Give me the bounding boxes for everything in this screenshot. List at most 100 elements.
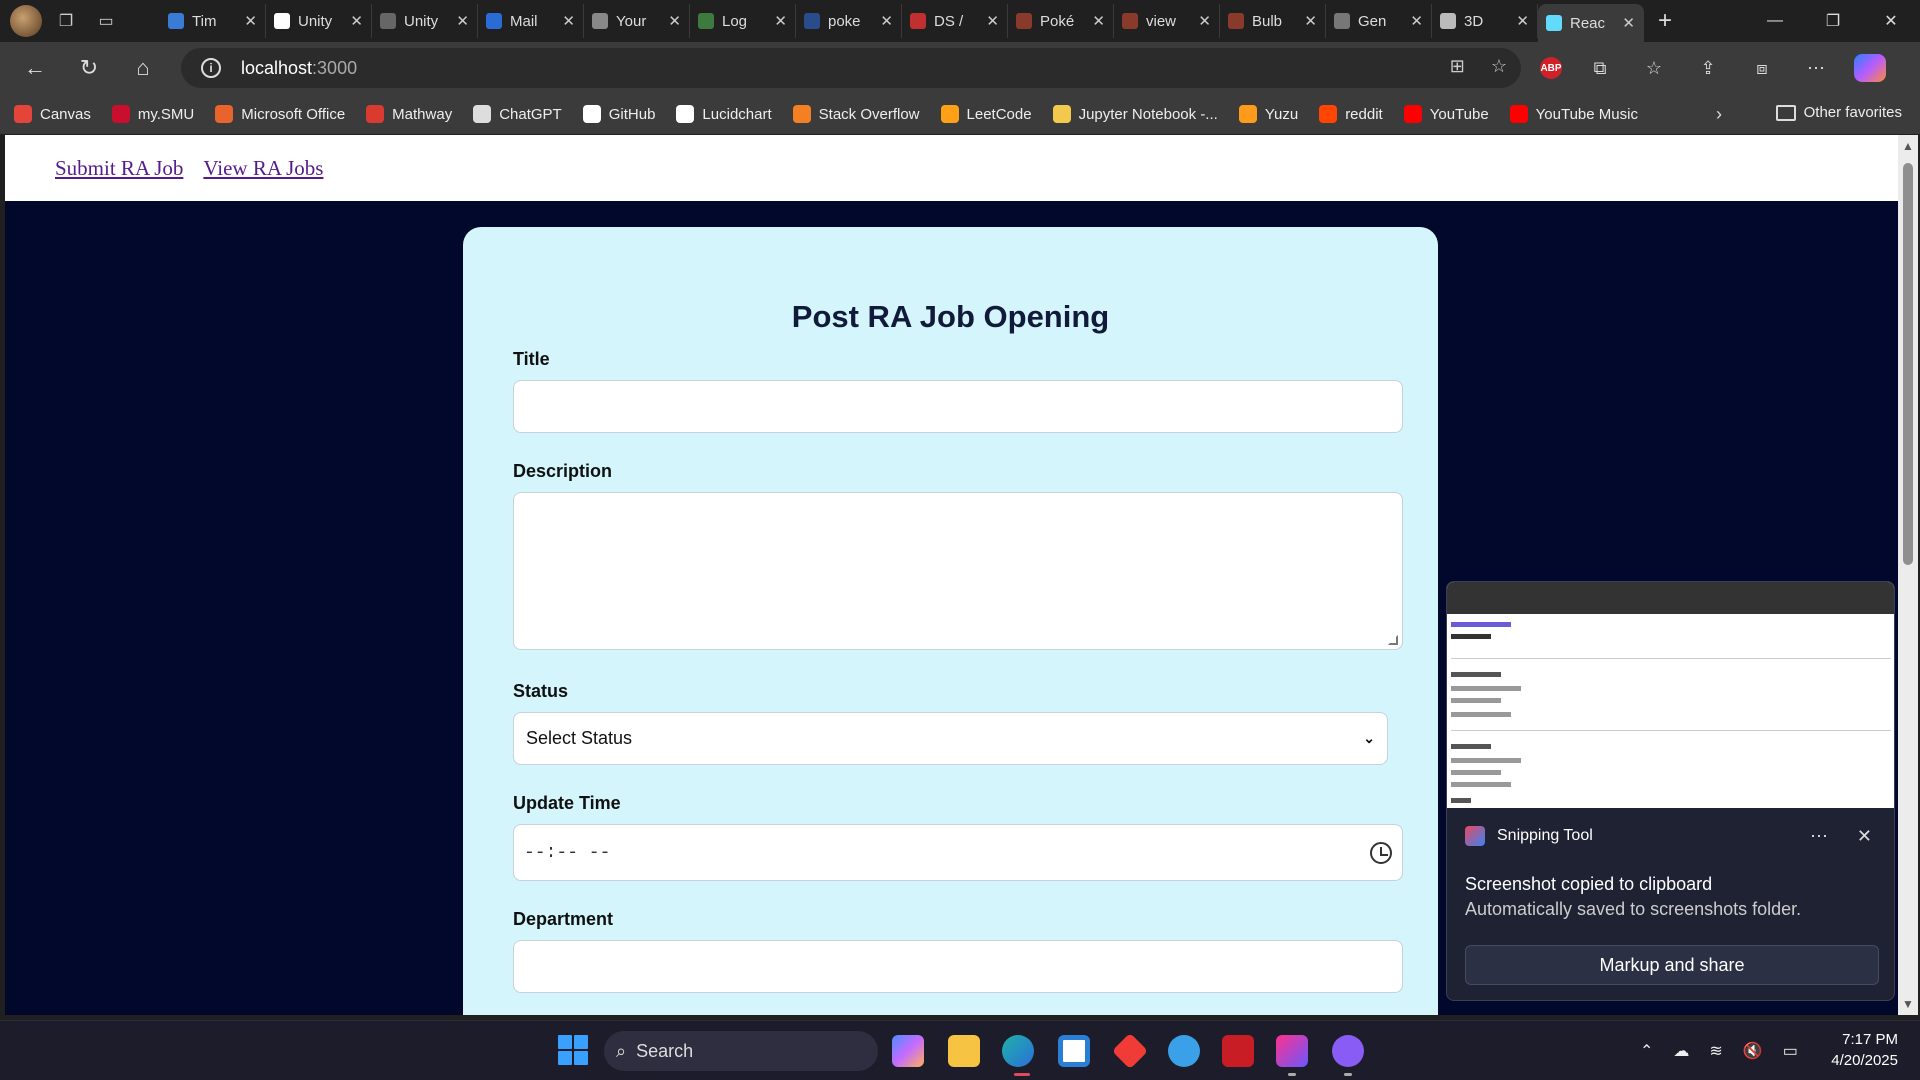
tab-close-icon[interactable]: ✕ <box>880 12 893 30</box>
file-explorer-icon[interactable] <box>948 1035 980 1067</box>
browser-tab[interactable]: Tim ✕ <box>160 4 266 38</box>
address-bar[interactable]: i localhost:3000 ⊞ ☆ <box>181 48 1521 88</box>
bookmark-item[interactable]: YouTube <box>1403 105 1489 123</box>
bookmark-item[interactable]: Microsoft Office <box>215 105 345 123</box>
browser-tab[interactable]: Unity ✕ <box>266 4 372 38</box>
tray-chevron-up-icon[interactable]: ⌃ <box>1640 1041 1653 1061</box>
help-app-icon[interactable] <box>1168 1035 1200 1067</box>
other-favorites[interactable]: Other favorites <box>1775 104 1902 121</box>
bookmark-item[interactable]: Yuzu <box>1238 105 1298 123</box>
markup-share-button[interactable]: Markup and share <box>1465 945 1879 985</box>
url-text[interactable]: localhost:3000 <box>241 58 357 79</box>
adblock-icon[interactable]: ABP <box>1540 57 1562 79</box>
bookmark-item[interactable]: reddit <box>1319 105 1383 123</box>
bookmark-item[interactable]: Jupyter Notebook -... <box>1052 105 1218 123</box>
tab-close-icon[interactable]: ✕ <box>1516 12 1529 30</box>
refresh-icon[interactable]: ↻ <box>62 48 116 88</box>
favorites-icon[interactable]: ☆ <box>1638 58 1670 79</box>
taskbar-clock[interactable]: 7:17 PM 4/20/2025 <box>1831 1029 1898 1071</box>
bookmark-item[interactable]: GitHub <box>582 105 655 123</box>
tab-close-icon[interactable]: ✕ <box>1410 12 1423 30</box>
bookmark-item[interactable]: YouTube Music <box>1509 105 1638 123</box>
collections-icon[interactable]: ⧈ <box>1746 58 1778 79</box>
tab-close-icon[interactable]: ✕ <box>986 12 999 30</box>
browser-tab[interactable]: view ✕ <box>1114 4 1220 38</box>
more-menu-icon[interactable]: ⋯ <box>1800 58 1832 79</box>
tab-close-icon[interactable]: ✕ <box>668 12 681 30</box>
scroll-thumb[interactable] <box>1903 163 1913 565</box>
resize-handle-icon[interactable] <box>1388 635 1398 645</box>
taskbar-search[interactable]: ⌕ Search <box>604 1031 878 1071</box>
bookmark-item[interactable]: ChatGPT <box>473 105 562 123</box>
edge-browser-icon[interactable] <box>1002 1035 1034 1067</box>
snipping-notification[interactable]: Snipping Tool ⋯ ✕ Screenshot copied to c… <box>1446 581 1895 1001</box>
home-icon[interactable]: ⌂ <box>116 48 170 88</box>
browser-tab[interactable]: Your ✕ <box>584 4 690 38</box>
app-available-icon[interactable]: ⊞ <box>1450 56 1465 77</box>
browser-tab[interactable]: Unity ✕ <box>372 4 478 38</box>
update-time-input[interactable]: --:-- -- <box>513 824 1403 881</box>
close-window-icon[interactable]: ✕ <box>1862 0 1920 42</box>
github-desktop-icon[interactable] <box>1332 1035 1364 1067</box>
battery-icon[interactable]: ▭ <box>1783 1041 1798 1061</box>
tab-close-icon[interactable]: ✕ <box>244 12 257 30</box>
bookmark-item[interactable]: Canvas <box>14 105 91 123</box>
page-scrollbar[interactable]: ▲ ▼ <box>1898 135 1918 1015</box>
screenshot-thumbnail[interactable] <box>1447 582 1894 808</box>
department-input[interactable] <box>513 940 1403 993</box>
notification-close-icon[interactable]: ✕ <box>1857 826 1872 847</box>
mcafee-icon[interactable] <box>1222 1035 1254 1067</box>
browser-tab[interactable]: 3D ✕ <box>1432 4 1538 38</box>
back-icon[interactable]: ← <box>8 48 62 88</box>
tab-close-icon[interactable]: ✕ <box>1622 14 1635 32</box>
bookmark-item[interactable]: Stack Overflow <box>792 105 920 123</box>
tab-close-icon[interactable]: ✕ <box>456 12 469 30</box>
intellij-icon[interactable] <box>1276 1035 1308 1067</box>
browser-tab[interactable]: Bulb ✕ <box>1220 4 1326 38</box>
tab-close-icon[interactable]: ✕ <box>774 12 787 30</box>
bookmark-item[interactable]: Lucidchart <box>676 105 772 123</box>
bookmark-item[interactable]: my.SMU <box>111 105 194 123</box>
minimize-icon[interactable]: — <box>1746 0 1804 42</box>
wifi-icon[interactable]: ≋ <box>1709 1041 1722 1061</box>
tab-close-icon[interactable]: ✕ <box>562 12 575 30</box>
copilot-icon[interactable] <box>1854 54 1886 82</box>
bookmark-item[interactable]: LeetCode <box>940 105 1032 123</box>
workspaces-icon[interactable]: ❐ <box>50 5 82 37</box>
tab-close-icon[interactable]: ✕ <box>1092 12 1105 30</box>
browser-tab[interactable]: Gen ✕ <box>1326 4 1432 38</box>
profile-avatar[interactable] <box>10 5 42 37</box>
submit-ra-job-link[interactable]: Submit RA Job <box>55 156 183 181</box>
bookmarks-overflow-icon[interactable]: › <box>1716 104 1722 125</box>
onedrive-icon[interactable]: ☁ <box>1673 1041 1689 1061</box>
bookmark-item[interactable]: Mathway <box>366 105 452 123</box>
title-input[interactable] <box>513 380 1403 433</box>
browser-tab[interactable]: Reac ✕ <box>1538 4 1644 42</box>
volume-muted-icon[interactable]: 🔇 <box>1743 1041 1763 1061</box>
scroll-up-icon[interactable]: ▲ <box>1902 139 1914 153</box>
browser-tab[interactable]: Log ✕ <box>690 4 796 38</box>
tab-close-icon[interactable]: ✕ <box>1198 12 1211 30</box>
copilot-app-icon[interactable] <box>892 1035 924 1067</box>
favorite-star-icon[interactable]: ☆ <box>1491 56 1507 77</box>
view-ra-jobs-link[interactable]: View RA Jobs <box>203 156 323 181</box>
tab-close-icon[interactable]: ✕ <box>350 12 363 30</box>
clock-icon[interactable] <box>1370 841 1392 864</box>
browser-tab[interactable]: poke ✕ <box>796 4 902 38</box>
vertical-tabs-icon[interactable]: ▭ <box>90 5 122 37</box>
extensions-icon[interactable]: ⧉ <box>1584 58 1616 79</box>
description-textarea[interactable] <box>513 492 1403 650</box>
start-windows-icon[interactable] <box>558 1035 588 1065</box>
restore-icon[interactable]: ❐ <box>1804 0 1862 42</box>
site-info-icon[interactable]: i <box>201 58 221 78</box>
share-icon[interactable]: ⇪ <box>1692 58 1724 79</box>
browser-tab[interactable]: Mail ✕ <box>478 4 584 38</box>
status-select[interactable]: Select Status ⌄ <box>513 712 1388 765</box>
tab-close-icon[interactable]: ✕ <box>1304 12 1317 30</box>
browser-tab[interactable]: DS / ✕ <box>902 4 1008 38</box>
store-icon[interactable] <box>1058 1035 1090 1067</box>
new-tab-button[interactable]: + <box>1644 7 1686 35</box>
browser-tab[interactable]: Poké ✕ <box>1008 4 1114 38</box>
notification-more-icon[interactable]: ⋯ <box>1810 826 1828 847</box>
scroll-down-icon[interactable]: ▼ <box>1902 997 1914 1011</box>
